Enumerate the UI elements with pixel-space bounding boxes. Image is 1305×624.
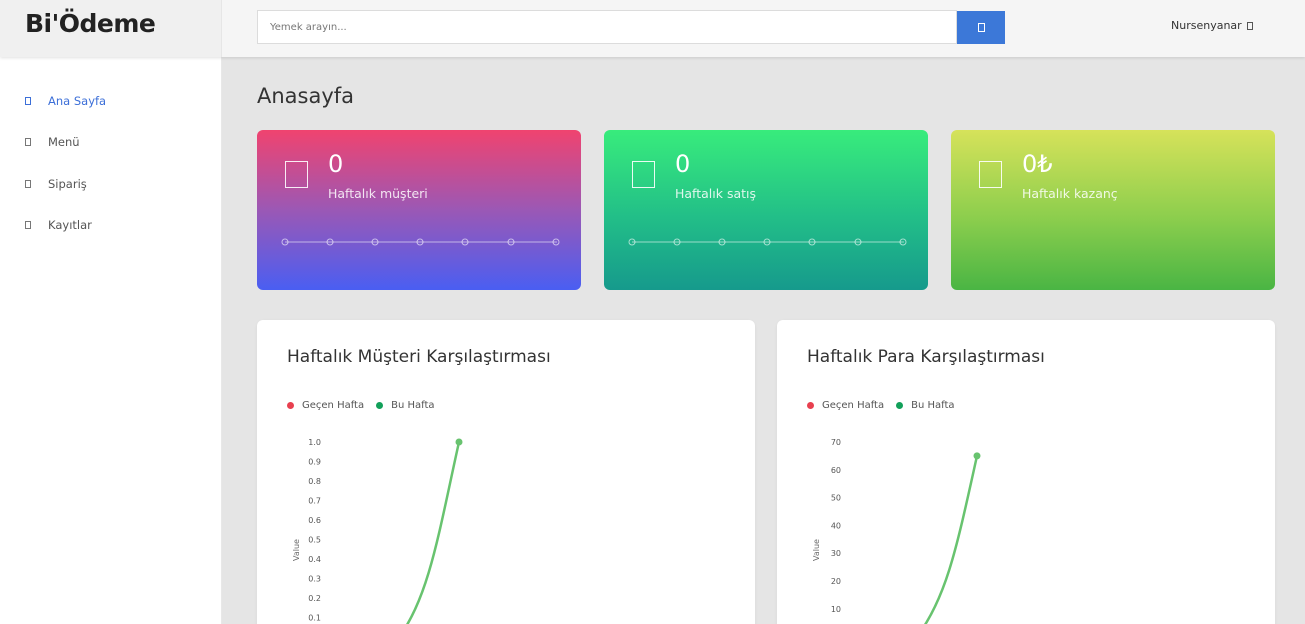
- legend-label: Bu Hafta: [391, 400, 435, 411]
- sparkline: [281, 238, 560, 246]
- y-tick-label: 0.1: [308, 614, 321, 623]
- card-label: Haftalık kazanç: [1022, 186, 1118, 201]
- legend-dot-icon: [376, 402, 384, 409]
- y-tick-label: 0.3: [308, 575, 321, 584]
- stat-card-earnings: 0₺ Haftalık kazanç: [951, 130, 1275, 290]
- chevron-down-icon: [1246, 21, 1253, 30]
- chart-legend: Geçen Hafta Bu Hafta: [807, 400, 955, 411]
- y-tick-label: 40: [831, 521, 841, 530]
- y-tick-label: 0.6: [308, 516, 321, 525]
- legend-dot-icon: [896, 402, 904, 409]
- line-chart: Value 1.0 0.9 0.8 0.7 0.6 0.5 0.4 0.3 0.2 0.1: [292, 438, 463, 624]
- data-point[interactable]: [973, 452, 981, 460]
- y-tick-label: 0.5: [308, 536, 321, 545]
- sidebar: Ana Sayfa Menü Sipariş Kayıtlar: [0, 57, 222, 624]
- legend-item-previous-week[interactable]: Geçen Hafta: [287, 400, 364, 411]
- y-tick-label: 10: [831, 605, 841, 614]
- card-value: 0₺: [1022, 150, 1053, 178]
- series-line-bu-hafta: [924, 454, 979, 624]
- legend-label: Bu Hafta: [911, 400, 955, 411]
- sidebar-item-kayitlar[interactable]: Kayıtlar: [25, 215, 92, 235]
- legend-item-this-week[interactable]: Bu Hafta: [896, 400, 955, 411]
- sidebar-item-label: Kayıtlar: [48, 218, 92, 232]
- sidebar-item-menu[interactable]: Menü: [25, 132, 80, 152]
- y-tick-label: 20: [831, 577, 841, 586]
- sidebar-item-ana-sayfa[interactable]: Ana Sayfa: [25, 91, 106, 111]
- search-input[interactable]: [257, 10, 957, 44]
- y-tick-label: 70: [831, 438, 841, 447]
- y-tick-label: 0.8: [308, 477, 321, 486]
- y-axis-label: Value: [812, 539, 821, 561]
- sidebar-item-siparis[interactable]: Sipariş: [25, 174, 87, 194]
- y-tick-label: 60: [831, 466, 841, 475]
- legend-dot-icon: [287, 402, 294, 409]
- data-point[interactable]: [455, 438, 463, 446]
- search-button[interactable]: [957, 11, 1005, 44]
- chart-title: Haftalık Müşteri Karşılaştırması: [287, 347, 551, 367]
- legend-item-previous-week[interactable]: Geçen Hafta: [807, 400, 884, 411]
- search-icon: [977, 23, 985, 32]
- cart-icon: [632, 161, 655, 188]
- sidebar-item-label: Sipariş: [48, 177, 87, 191]
- line-chart: Value 70 60 50 40 30 20 10: [812, 438, 981, 624]
- records-icon: [25, 221, 31, 229]
- chart-card-customers: Haftalık Müşteri Karşılaştırması Geçen H…: [257, 320, 755, 624]
- users-icon: [285, 161, 308, 188]
- page-title: Anasayfa: [257, 84, 355, 108]
- y-tick-label: 0.9: [308, 458, 321, 467]
- stat-card-sales: 0 Haftalık satış: [604, 130, 928, 290]
- series-line-bu-hafta: [406, 440, 461, 624]
- user-menu[interactable]: Nursenyanar: [1171, 19, 1253, 32]
- order-icon: [25, 180, 31, 188]
- chart-card-money: Haftalık Para Karşılaştırması Geçen Haft…: [777, 320, 1275, 624]
- card-value: 0: [328, 150, 344, 178]
- y-axis-label: Value: [292, 539, 301, 561]
- card-value: 0: [675, 150, 691, 178]
- home-icon: [25, 97, 31, 105]
- legend-item-this-week[interactable]: Bu Hafta: [376, 400, 435, 411]
- menu-icon: [25, 138, 31, 146]
- legend-label: Geçen Hafta: [822, 400, 885, 411]
- top-bar: Bi'Ödeme Nursenyanar: [0, 0, 1305, 57]
- y-tick-label: 30: [831, 549, 841, 558]
- card-label: Haftalık müşteri: [328, 186, 428, 201]
- logo-area: Bi'Ödeme: [0, 0, 222, 57]
- sidebar-item-label: Menü: [48, 135, 80, 149]
- y-tick-label: 0.2: [308, 594, 321, 603]
- money-icon: [979, 161, 1002, 188]
- y-tick-label: 0.7: [308, 497, 321, 506]
- legend-dot-icon: [807, 402, 814, 409]
- chart-title: Haftalık Para Karşılaştırması: [807, 347, 1045, 367]
- y-tick-label: 0.4: [308, 555, 321, 564]
- y-tick-label: 50: [831, 494, 841, 503]
- chart-legend: Geçen Hafta Bu Hafta: [287, 400, 435, 411]
- sparkline: [628, 238, 907, 246]
- card-label: Haftalık satış: [675, 186, 757, 201]
- legend-label: Geçen Hafta: [302, 400, 365, 411]
- app-logo[interactable]: Bi'Ödeme: [25, 9, 156, 38]
- sidebar-item-label: Ana Sayfa: [48, 94, 107, 108]
- y-tick-label: 1.0: [308, 438, 321, 447]
- stat-card-customers: 0 Haftalık müşteri: [257, 130, 581, 290]
- user-name: Nursenyanar: [1171, 19, 1242, 32]
